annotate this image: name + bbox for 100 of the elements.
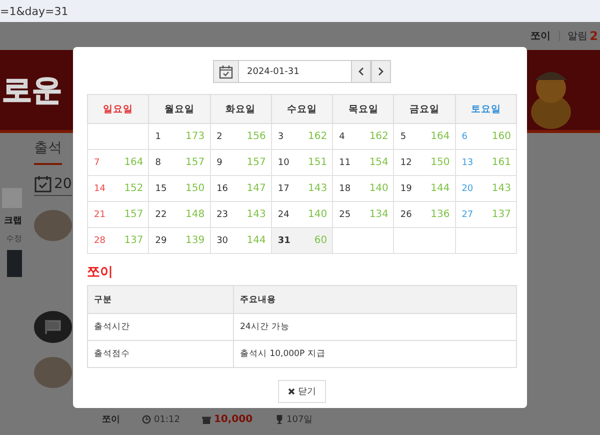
day-number: 4	[339, 132, 345, 142]
calendar-day[interactable]: 3 162	[271, 124, 333, 150]
calendar-day[interactable]: 8 157	[148, 150, 210, 176]
attendance-count: 139	[185, 235, 205, 246]
avatar-photo	[34, 210, 72, 242]
calendar-day[interactable]: 14 152	[88, 176, 149, 202]
day-number: 22	[155, 210, 167, 220]
day-number: 18	[339, 184, 351, 194]
weekday-header: 월요일	[148, 94, 210, 124]
calendar-day[interactable]: 10 151	[271, 150, 333, 176]
table-cell: 24시간 가능	[234, 314, 516, 340]
calendar-day[interactable]: 7 164	[88, 150, 149, 176]
day-number: 1	[155, 132, 162, 142]
day-number: 26	[400, 210, 412, 220]
avatar-photo	[34, 356, 72, 388]
attendance-points: 10,000	[202, 414, 253, 425]
attendance-count: 140	[308, 209, 328, 220]
attendance-count: 143	[308, 183, 328, 194]
calendar-day[interactable]: 4 162	[332, 124, 394, 150]
day-number: 15	[155, 184, 167, 194]
calendar-day[interactable]: 28 137	[88, 228, 149, 254]
weekday-header: 금요일	[394, 94, 456, 124]
attendance-count: 148	[185, 209, 205, 220]
clock-icon	[142, 415, 151, 424]
column-header: 구분	[88, 286, 234, 314]
next-button[interactable]	[371, 60, 391, 83]
member-name: 쪼이	[102, 414, 120, 426]
calendar-day[interactable]: 2 156	[210, 124, 272, 150]
attendance-count: 152	[124, 183, 144, 194]
day-number: 14	[94, 184, 106, 194]
attendance-count: 162	[308, 131, 328, 142]
calendar-day[interactable]: 11 154	[332, 150, 394, 176]
table-cell: 출석시간	[88, 314, 234, 340]
attendance-count: 134	[369, 209, 388, 220]
calendar-day[interactable]: 9 157	[210, 150, 272, 176]
attendance-count: 144	[246, 235, 266, 246]
calendar-day[interactable]: 5 164	[394, 124, 456, 150]
attendance-count: 162	[369, 131, 388, 142]
calendar-day[interactable]: 29 139	[148, 228, 210, 254]
attendance-count: 143	[492, 183, 511, 194]
weekday-header: 일요일	[88, 94, 149, 124]
calendar-day[interactable]: 21 157	[88, 202, 149, 228]
trophy-icon	[274, 415, 284, 424]
calendar-day[interactable]: 18 140	[332, 176, 394, 202]
day-number: 27	[462, 210, 474, 220]
calendar-day[interactable]: 31 60	[271, 228, 333, 254]
alerts-label[interactable]: 알림	[568, 29, 588, 43]
date-input[interactable]: 2024-01-31	[239, 60, 351, 83]
attendance-count: 160	[492, 131, 511, 142]
day-number: 8	[155, 158, 162, 168]
table-cell: 출석점수	[88, 340, 234, 368]
day-number: 24	[278, 210, 290, 220]
day-number: 21	[94, 210, 106, 220]
day-number: 10	[278, 158, 290, 168]
day-number: 29	[155, 236, 167, 246]
attendance-count: 143	[246, 209, 266, 220]
calendar-day[interactable]: 16 147	[210, 176, 272, 202]
sidebar-label: 크랩	[4, 215, 22, 227]
logo-text[interactable]: 로운	[2, 70, 62, 110]
username[interactable]: 쪼이	[530, 29, 551, 43]
close-button[interactable]: 닫기	[278, 380, 326, 403]
gift-icon	[202, 415, 211, 424]
weekday-header: 화요일	[210, 94, 272, 124]
page-heading: 출석	[34, 139, 62, 165]
chevron-right-icon	[378, 67, 384, 76]
day-number: 20	[462, 184, 474, 194]
calendar-day[interactable]: 17 143	[271, 176, 333, 202]
attendance-count: 140	[369, 183, 388, 194]
calendar-day[interactable]: 26 136	[394, 202, 456, 228]
attendance-count: 156	[246, 131, 266, 142]
calendar-day[interactable]: 30 144	[210, 228, 272, 254]
close-icon	[288, 388, 295, 395]
url-text: =1&day=31	[0, 4, 68, 18]
calendar-icon	[34, 175, 52, 193]
weekday-header: 목요일	[332, 94, 394, 124]
calendar-day[interactable]: 19 144	[394, 176, 456, 202]
calendar-button[interactable]	[213, 60, 239, 83]
attendance-count: 137	[124, 235, 144, 246]
calendar-day[interactable]: 12 150	[394, 150, 456, 176]
calendar-day[interactable]: 15 150	[148, 176, 210, 202]
attendance-count: 60	[314, 235, 328, 246]
calendar-day[interactable]: 1 173	[148, 124, 210, 150]
attendance-count: 136	[430, 209, 450, 220]
column-header: 주요내용	[234, 286, 516, 314]
attendance-count: 147	[246, 183, 266, 194]
attendance-count: 154	[369, 157, 388, 168]
day-number: 13	[462, 158, 474, 168]
previous-button[interactable]	[351, 60, 371, 83]
attendance-count: 161	[492, 157, 511, 168]
day-number: 30	[216, 236, 228, 246]
day-number: 16	[216, 184, 228, 194]
calendar-day[interactable]: 23 143	[210, 202, 272, 228]
attendance-days: 107일	[274, 413, 313, 426]
date-text: 20	[54, 176, 72, 192]
calendar-day[interactable]: 25 134	[332, 202, 394, 228]
attendance-count: 150	[430, 157, 450, 168]
attendance-count: 173	[185, 131, 205, 142]
day-number: 2	[216, 132, 222, 142]
calendar-day[interactable]: 22 148	[148, 202, 210, 228]
attendance-count: 144	[430, 183, 450, 194]
